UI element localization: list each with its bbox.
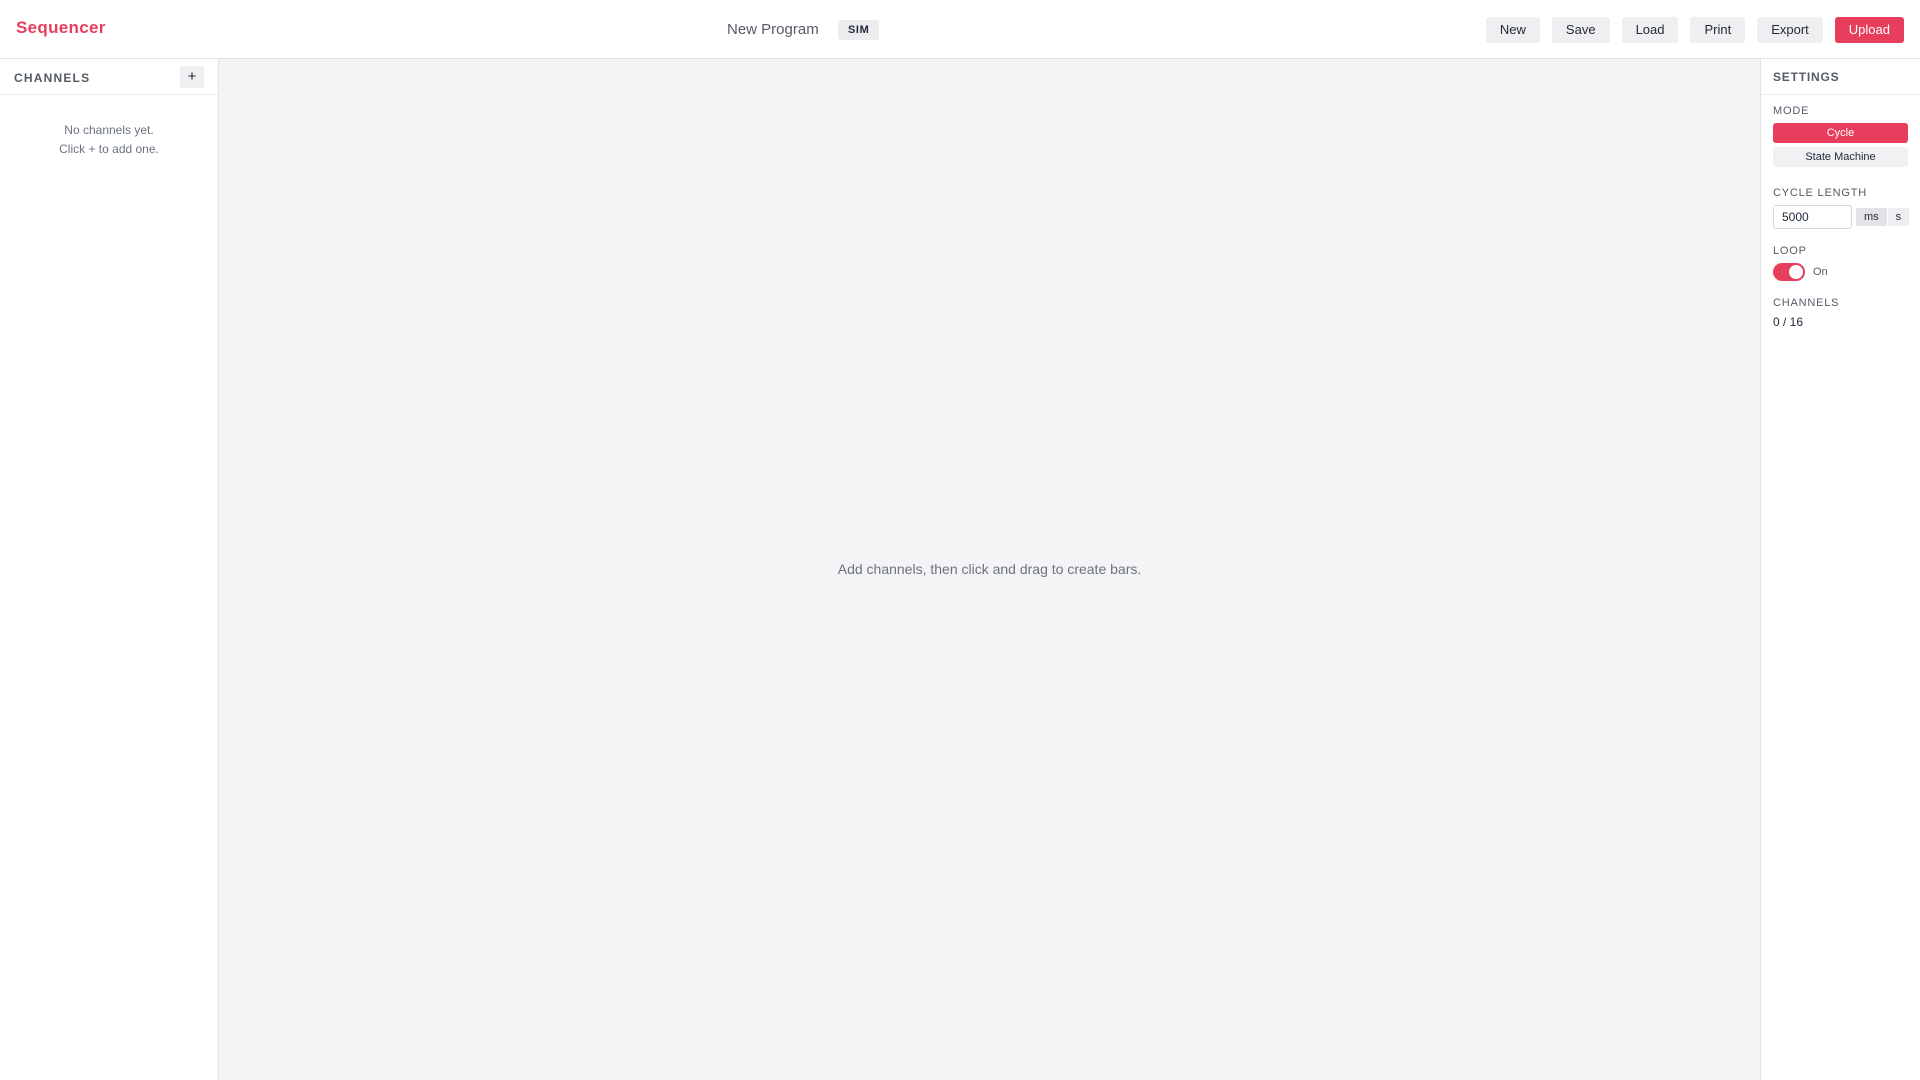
channels-empty-state: No channels yet. Click + to add one. <box>0 121 218 159</box>
mode-state-machine-button[interactable]: State Machine <box>1773 147 1908 167</box>
channels-sidebar: CHANNELS + No channels yet. Click + to a… <box>0 59 219 1080</box>
export-button[interactable]: Export <box>1757 17 1823 43</box>
settings-body: MODE Cycle State Machine CYCLE LENGTH ms… <box>1761 95 1920 329</box>
channels-title: CHANNELS <box>14 71 91 85</box>
toolbar-actions: New Save Load Print Export Upload <box>1485 17 1904 43</box>
timeline-canvas[interactable]: Add channels, then click and drag to cre… <box>219 59 1760 1080</box>
upload-button[interactable]: Upload <box>1834 17 1904 43</box>
app-logo: Sequencer <box>16 18 106 37</box>
channels-count: 0 / 16 <box>1773 315 1804 329</box>
settings-header: SETTINGS <box>1761 59 1920 95</box>
print-button[interactable]: Print <box>1690 17 1746 43</box>
settings-panel: SETTINGS MODE Cycle State Machine CYCLE … <box>1760 59 1920 1080</box>
load-button[interactable]: Load <box>1621 17 1679 43</box>
loop-state-text: On <box>1813 266 1828 278</box>
settings-title: SETTINGS <box>1773 70 1840 84</box>
mode-cycle-button[interactable]: Cycle <box>1773 123 1908 143</box>
empty-state-line-1: No channels yet. <box>64 123 154 137</box>
unit-ms-button[interactable]: ms <box>1856 208 1887 226</box>
save-button[interactable]: Save <box>1551 17 1610 43</box>
loop-toggle[interactable] <box>1773 263 1805 281</box>
mode-label: MODE <box>1773 105 1810 117</box>
loop-label: LOOP <box>1773 245 1807 257</box>
channels-count-label: CHANNELS <box>1773 297 1840 309</box>
unit-s-button[interactable]: s <box>1887 208 1910 226</box>
program-title[interactable]: New Program <box>727 21 819 38</box>
cycle-length-row: ms s <box>1773 205 1910 229</box>
cycle-length-label: CYCLE LENGTH <box>1773 187 1867 199</box>
top-bar: Sequencer New Program SIM New Save Load … <box>0 0 1920 59</box>
channels-header: CHANNELS + <box>0 59 218 95</box>
canvas-hint: Add channels, then click and drag to cre… <box>837 561 1142 577</box>
loop-row: On <box>1773 263 1908 281</box>
empty-state-line-2: Click + to add one. <box>59 142 159 156</box>
unit-toggle: ms s <box>1856 208 1910 226</box>
add-channel-button[interactable]: + <box>180 66 204 88</box>
new-button[interactable]: New <box>1485 17 1540 43</box>
cycle-length-input[interactable] <box>1773 205 1852 229</box>
toggle-knob <box>1789 265 1803 279</box>
sim-badge: SIM <box>838 20 880 40</box>
